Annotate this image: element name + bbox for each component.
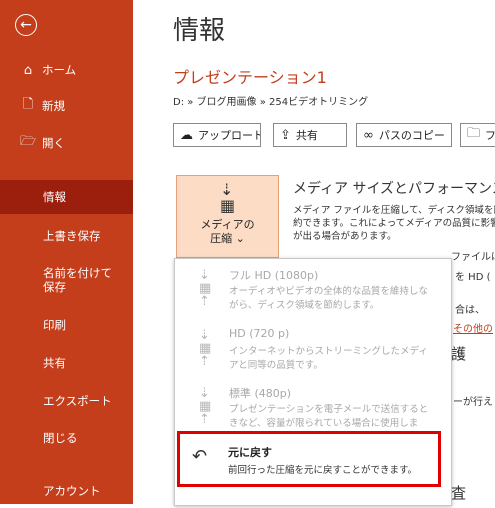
compress-480p-icon: ⇣ ▦ ⇡ bbox=[199, 386, 212, 427]
folder-icon: 🗀 bbox=[467, 126, 481, 141]
sidebar-item-export[interactable]: エクスポート bbox=[0, 384, 133, 418]
sidebar-item-label: 閉じる bbox=[43, 431, 78, 445]
sidebar-item-account[interactable]: アカウント bbox=[0, 474, 133, 508]
option-description: インターネットからストリーミングしたメディアと同等の品質です。 bbox=[229, 346, 428, 371]
option-name: 標準 (480p) bbox=[229, 387, 292, 400]
sidebar-item-share[interactable]: 共有 bbox=[0, 346, 133, 380]
background-text: ーが行え bbox=[453, 397, 493, 408]
sidebar-item-label: エクスポート bbox=[43, 394, 112, 408]
compress-720p-icon: ⇣ ▦ ⇡ bbox=[199, 328, 212, 369]
background-link[interactable]: その他の bbox=[453, 320, 493, 335]
sidebar-item-label: 上書き保存 bbox=[43, 229, 101, 243]
compress-media-button[interactable]: ⇣ ▦ メディアの 圧縮 ⌄ bbox=[176, 175, 279, 258]
option-description: オーディオやビデオの全体的な品質を維持しながら、ディスク領域を節約します。 bbox=[229, 286, 428, 311]
link-icon: ∞ bbox=[363, 127, 374, 143]
option-description: 前回行った圧縮を元に戻すことができます。 bbox=[228, 465, 418, 476]
option-name: HD (720 p) bbox=[229, 327, 290, 340]
new-document-icon: 🗋 bbox=[22, 97, 34, 112]
sidebar-item-home[interactable]: ⌂ ホーム bbox=[0, 53, 133, 87]
option-standard: ⇣ ▦ ⇡ 標準 (480p) プレゼンテーションを電子メールで送信するときなど、容… bbox=[175, 379, 451, 443]
open-folder-icon: 🗁 bbox=[20, 134, 37, 149]
sidebar-item-label: 名前を付けて保存 bbox=[43, 266, 112, 294]
back-arrow-icon[interactable]: ← bbox=[15, 14, 37, 36]
sidebar-item-label: 共有 bbox=[43, 356, 66, 370]
page-title: 情報 bbox=[173, 16, 226, 46]
home-icon: ⌂ bbox=[23, 62, 33, 78]
document-name: プレゼンテーション1 bbox=[173, 68, 327, 87]
sidebar-item-label: ホーム bbox=[42, 63, 77, 77]
sidebar-item-save[interactable]: 上書き保存 bbox=[0, 219, 133, 253]
compress-media-label-2: 圧縮 ⌄ bbox=[210, 232, 245, 245]
open-location-button[interactable]: 🗀 フ bbox=[460, 123, 495, 147]
background-text: 査 bbox=[451, 484, 467, 502]
compress-1080p-icon: ⇣ ▦ ⇡ bbox=[199, 268, 212, 309]
sidebar-item-save-as[interactable]: 名前を付けて保存 bbox=[0, 260, 133, 304]
upload-label: アップロード bbox=[198, 129, 261, 142]
background-text: 護 bbox=[451, 345, 467, 363]
option-hd: ⇣ ▦ ⇡ HD (720 p) インターネットからストリーミングしたメディアと同等… bbox=[175, 321, 451, 377]
share-icon: ⇪ bbox=[280, 127, 291, 143]
option-name: 元に戻す bbox=[228, 446, 272, 459]
copy-path-button[interactable]: ∞ パスのコピー bbox=[356, 123, 452, 147]
sidebar-item-label: 新規 bbox=[42, 99, 65, 113]
copy-path-label: パスのコピー bbox=[378, 129, 445, 142]
sidebar-item-info[interactable]: 情報 bbox=[0, 180, 133, 214]
share-button[interactable]: ⇪ 共有 bbox=[273, 123, 347, 147]
open-location-label: フ bbox=[485, 129, 495, 142]
background-text: を HD ( bbox=[455, 272, 491, 283]
background-text: ファイルは bbox=[451, 252, 495, 263]
sidebar-item-label: アカウント bbox=[43, 484, 101, 498]
option-name: フル HD (1080p) bbox=[229, 269, 319, 282]
background-text: 合は、 bbox=[455, 305, 485, 316]
undo-icon: ↶ bbox=[192, 446, 208, 467]
sidebar-item-label: 印刷 bbox=[43, 318, 66, 332]
sidebar-item-label: 情報 bbox=[43, 190, 66, 204]
sidebar-item-open[interactable]: 🗁 開く bbox=[0, 126, 133, 160]
sidebar-item-print[interactable]: 印刷 bbox=[0, 308, 133, 342]
sidebar-item-new[interactable]: 🗋 新規 bbox=[0, 89, 133, 123]
sidebar-item-close[interactable]: 閉じる bbox=[0, 421, 133, 455]
file-path: D: » ブログ用画像 » 254ビデオトリミング bbox=[173, 97, 369, 108]
sidebar-item-label: 開く bbox=[42, 136, 65, 150]
option-undo[interactable]: ↶ 元に戻す 前回行った圧縮を元に戻すことができます。 bbox=[177, 431, 441, 487]
upload-button[interactable]: ☁ アップロード bbox=[173, 123, 261, 147]
section-description: メディア ファイルを圧縮して、ディスク領域を節約できます。これによってメディアの… bbox=[293, 205, 495, 242]
option-full-hd: ⇣ ▦ ⇡ フル HD (1080p) オーディオやビデオの全体的な品質を維持しなが… bbox=[175, 261, 451, 317]
share-label: 共有 bbox=[295, 129, 318, 142]
cloud-upload-icon: ☁ bbox=[180, 127, 193, 143]
backstage-sidebar: ← ⌂ ホーム 🗋 新規 🗁 開く 情報 上書き保存 名前を付けて保存 印刷 共… bbox=[0, 0, 133, 504]
compress-media-menu: ⇣ ▦ ⇡ フル HD (1080p) オーディオやビデオの全体的な品質を維持しなが… bbox=[174, 258, 452, 506]
compress-media-label-1: メディアの bbox=[200, 218, 255, 231]
compress-media-icon: ⇣ ▦ bbox=[219, 180, 236, 215]
section-title: メディア サイズとパフォーマンス bbox=[293, 181, 495, 197]
